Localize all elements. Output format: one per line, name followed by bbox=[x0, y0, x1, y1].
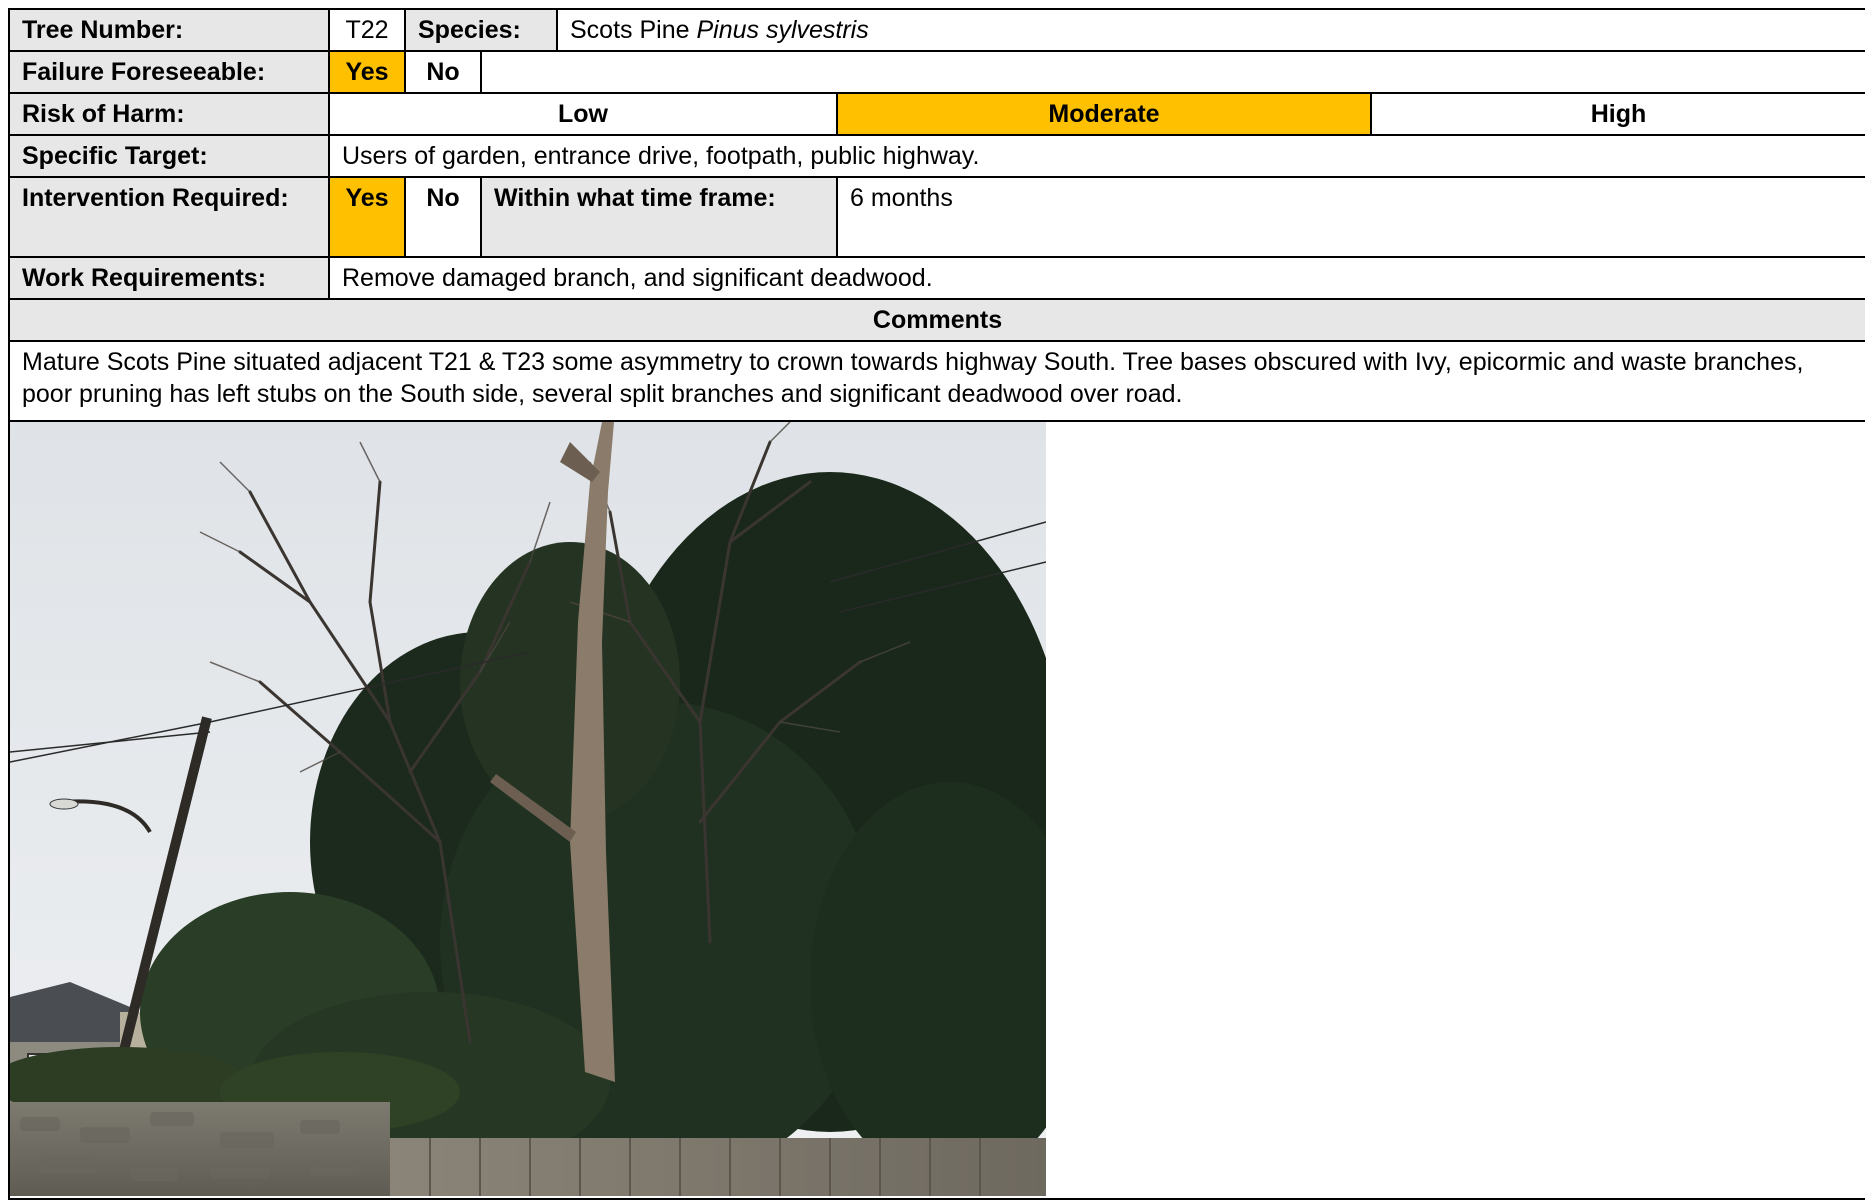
failure-no-option[interactable]: No bbox=[404, 50, 482, 94]
row-photo bbox=[7, 420, 1865, 1200]
intervention-no-option[interactable]: No bbox=[404, 176, 482, 258]
species-label: Species: bbox=[407, 11, 558, 49]
row-comments-text: Mature Scots Pine situated adjacent T21 … bbox=[7, 340, 1865, 422]
risk-of-harm-label: Risk of Harm: bbox=[8, 92, 330, 136]
species-latin-name: Pinus sylvestris bbox=[696, 16, 869, 44]
specific-target-label: Specific Target: bbox=[8, 134, 330, 178]
work-requirements-value: Remove damaged branch, and significant d… bbox=[327, 256, 1865, 300]
risk-moderate-option[interactable]: Moderate bbox=[836, 92, 1372, 136]
specific-target-value: Users of garden, entrance drive, footpat… bbox=[327, 134, 1865, 178]
tree-number-label: Tree Number: bbox=[8, 8, 330, 52]
row-comments-heading: Comments bbox=[7, 298, 1865, 342]
tree-survey-sheet: Tree Number: T22 Species: Scots Pine Pin… bbox=[7, 8, 1865, 1200]
species-cell: Species: Scots Pine Pinus sylvestris bbox=[403, 8, 1865, 52]
species-inner: Species: Scots Pine Pinus sylvestris bbox=[407, 11, 1864, 49]
work-requirements-label: Work Requirements: bbox=[8, 256, 330, 300]
tree-survey-table: Tree Number: T22 Species: Scots Pine Pin… bbox=[7, 8, 1865, 1200]
failure-yes-option[interactable]: Yes bbox=[328, 50, 406, 94]
failure-foreseeable-label: Failure Foreseeable: bbox=[8, 50, 330, 94]
comments-heading: Comments bbox=[7, 298, 1865, 342]
row-intervention: Intervention Required: Yes No Within wha… bbox=[8, 176, 1865, 258]
row-risk-of-harm: Risk of Harm: Low Moderate High bbox=[8, 92, 1865, 136]
comments-text: Mature Scots Pine situated adjacent T21 … bbox=[7, 340, 1865, 422]
row-tree-number: Tree Number: T22 Species: Scots Pine Pin… bbox=[8, 8, 1865, 52]
timeframe-label: Within what time frame: bbox=[480, 176, 838, 258]
intervention-yes-option[interactable]: Yes bbox=[328, 176, 406, 258]
species-common-name: Scots Pine bbox=[570, 16, 690, 44]
tree-photo bbox=[11, 423, 1046, 1196]
row-failure-foreseeable: Failure Foreseeable: Yes No bbox=[8, 50, 1865, 94]
photo-cell bbox=[7, 420, 1865, 1200]
failure-empty-cell bbox=[479, 50, 1865, 94]
row-work-requirements: Work Requirements: Remove damaged branch… bbox=[8, 256, 1865, 300]
tree-number-value: T22 bbox=[328, 8, 406, 52]
risk-low-option[interactable]: Low bbox=[328, 92, 838, 136]
species-value: Scots Pine Pinus sylvestris bbox=[557, 11, 1864, 49]
row-specific-target: Specific Target: Users of garden, entran… bbox=[8, 134, 1865, 178]
intervention-label: Intervention Required: bbox=[8, 176, 330, 258]
risk-high-option[interactable]: High bbox=[1369, 92, 1865, 136]
timeframe-value: 6 months bbox=[835, 176, 1865, 258]
